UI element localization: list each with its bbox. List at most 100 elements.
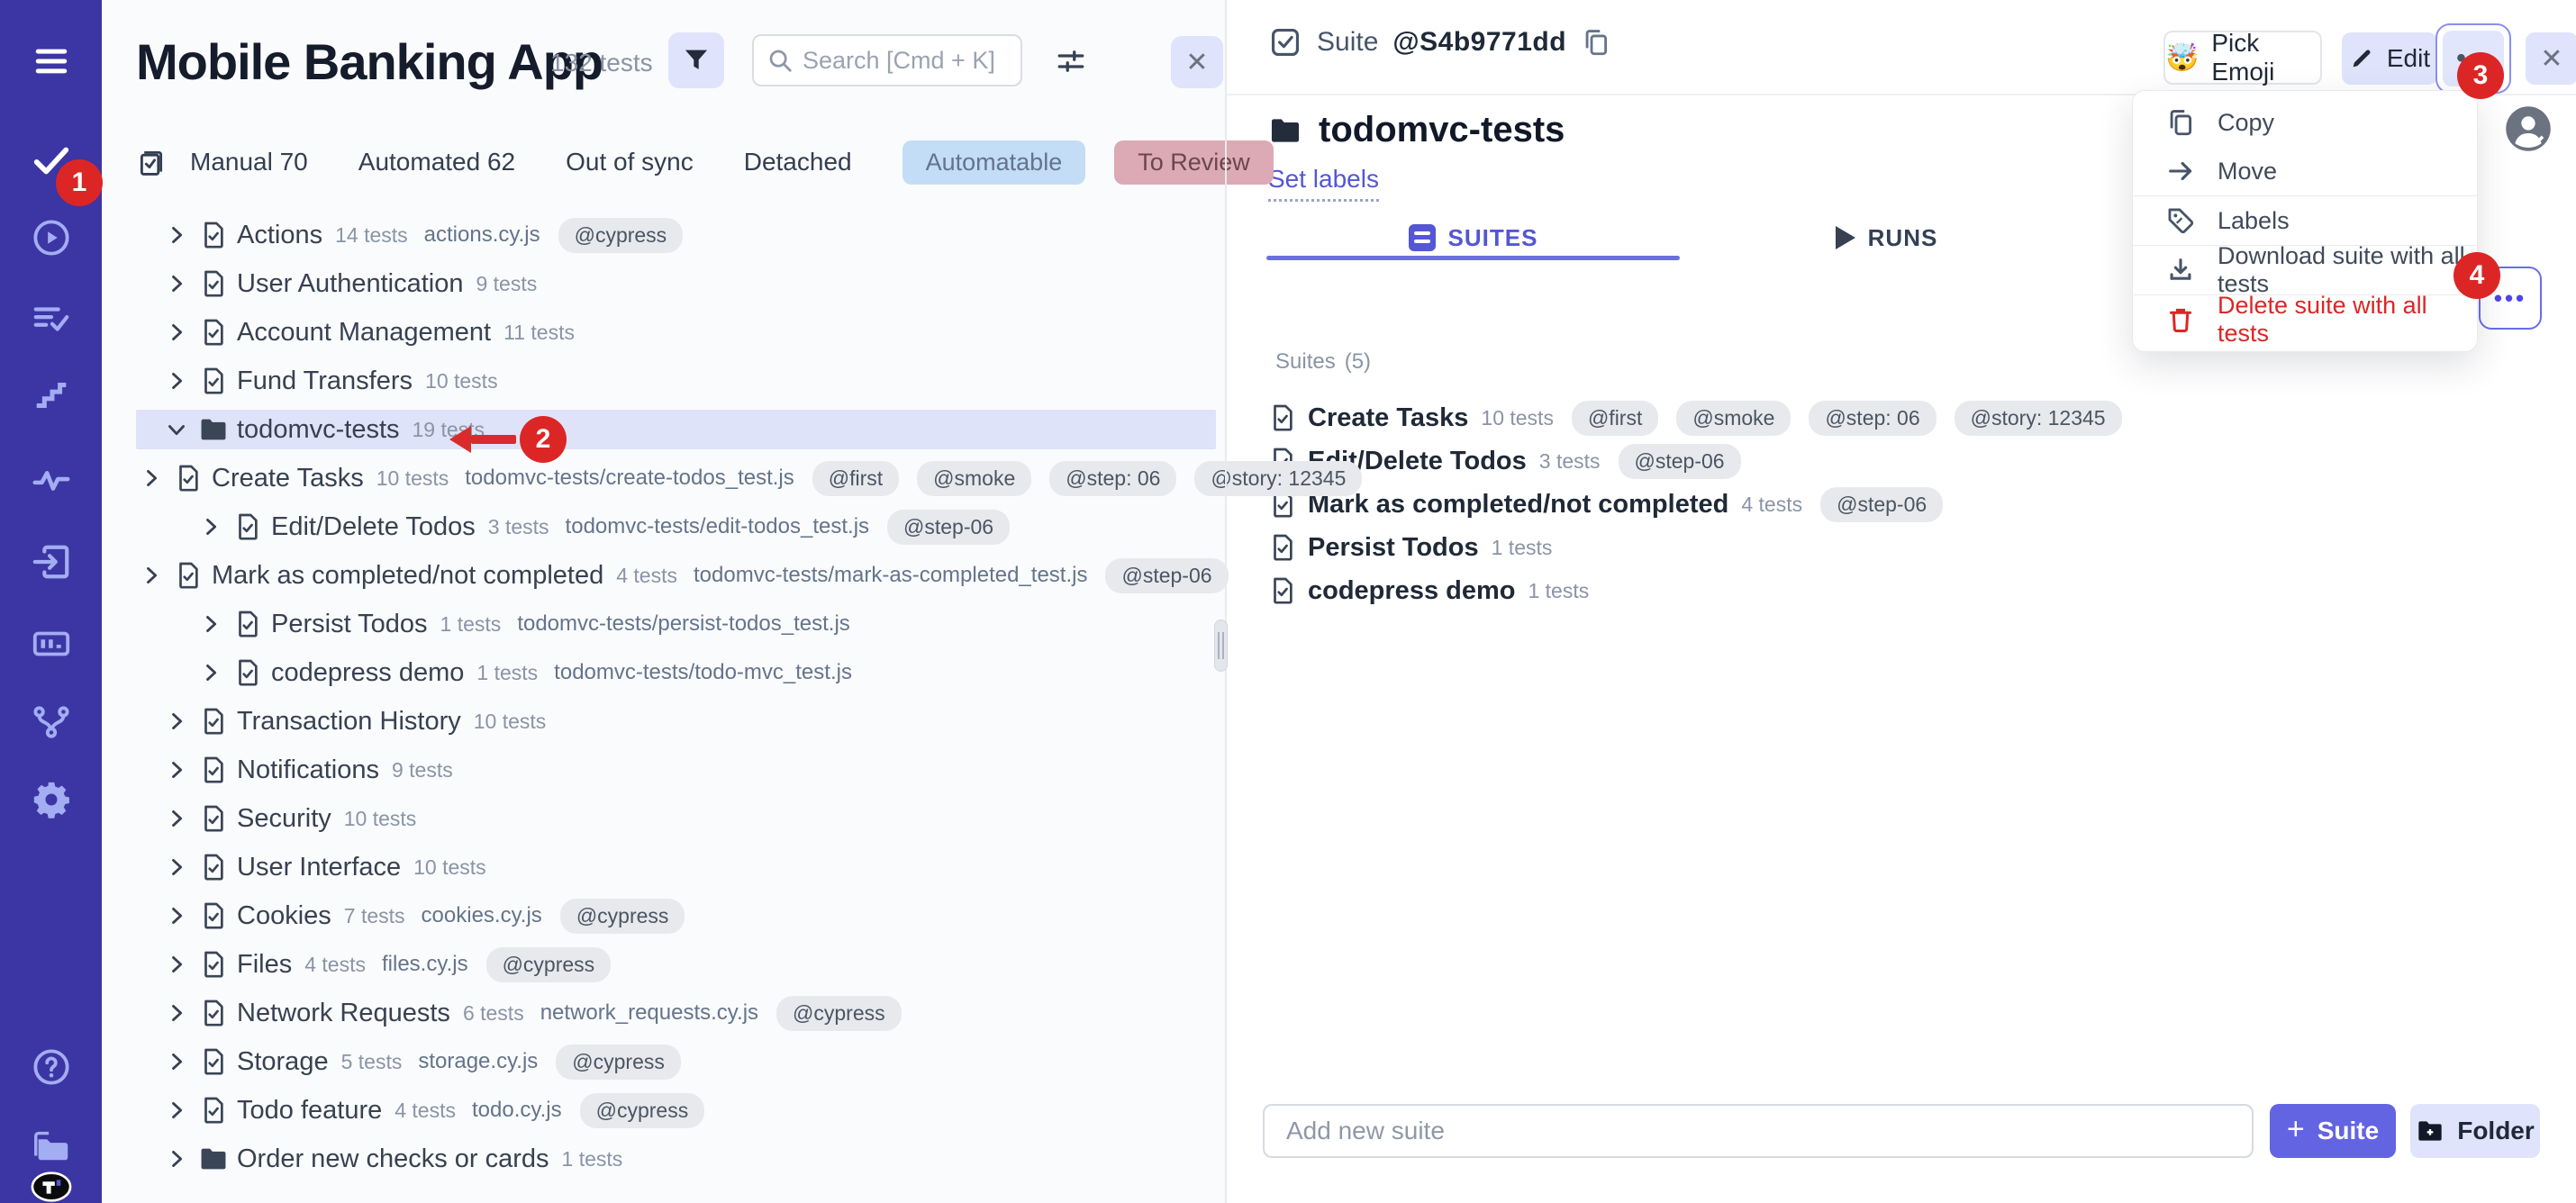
view-settings-icon[interactable] [1048,38,1094,85]
menu-item-labels[interactable]: Labels [2133,196,2477,245]
set-labels-link[interactable]: Set labels [1268,165,1379,202]
assignee-avatar[interactable] [2504,104,2553,153]
chevron-right-icon[interactable] [195,609,226,639]
tree-row[interactable]: Account Management11 tests [136,312,1216,352]
tree-row[interactable]: Transaction History10 tests [136,701,1216,741]
tree-item-name[interactable]: Create Tasks [212,464,364,493]
suite-item-name[interactable]: Persist Todos [1308,533,1479,563]
chevron-right-icon[interactable] [136,560,167,591]
test-plans-icon[interactable] [31,299,72,340]
copy-suite-id-icon[interactable] [1581,27,1611,58]
chevron-right-icon[interactable] [161,317,192,348]
help-icon[interactable] [31,1046,72,1088]
tree-item-name[interactable]: Cookies [237,901,331,931]
tree-row[interactable]: Notifications9 tests [136,750,1216,790]
chevron-right-icon[interactable] [161,998,192,1028]
close-panel-button[interactable]: ✕ [1171,36,1223,88]
tree-row[interactable]: Order new checks or cards1 tests [136,1139,1216,1179]
suite-list-item[interactable]: Mark as completed/not completed4 tests@s… [1266,483,2347,526]
suite-item-name[interactable]: Mark as completed/not completed [1308,490,1728,520]
tab-runs[interactable]: RUNS [1680,214,2093,261]
chevron-right-icon[interactable] [161,803,192,834]
suite-item-name[interactable]: codepress demo [1308,576,1515,606]
tree-row[interactable]: Storage5 testsstorage.cy.js@cypress [136,1042,1216,1081]
tree-row[interactable]: todomvc-tests19 tests2 [136,410,1216,449]
chevron-down-icon[interactable] [161,414,192,445]
tree-item-name[interactable]: User Interface [237,853,401,882]
chevron-right-icon[interactable] [161,949,192,980]
filter-automatable[interactable]: Automatable [903,140,1086,185]
pick-emoji-button[interactable]: 🤯 Pick Emoji [2163,31,2322,85]
tree-item-name[interactable]: Mark as completed/not completed [212,561,603,591]
report-widget-icon[interactable] [31,623,72,665]
tree-row[interactable]: User Interface10 tests [136,847,1216,887]
suite-list-item[interactable]: codepress demo1 tests [1266,569,2347,612]
tree-row[interactable]: Security10 tests [136,799,1216,838]
tree-row[interactable]: User Authentication9 tests [136,264,1216,303]
chevron-right-icon[interactable] [161,706,192,737]
chevron-right-icon[interactable] [161,1046,192,1077]
tree-item-name[interactable]: Edit/Delete Todos [271,512,476,542]
hamburger-menu-icon[interactable] [31,41,72,82]
app-logo[interactable] [31,1166,72,1203]
close-suite-button[interactable]: ✕ [2526,32,2576,85]
tree-item-name[interactable]: Persist Todos [271,610,428,639]
tree-item-name[interactable]: Todo feature [237,1096,382,1126]
tree-item-name[interactable]: Network Requests [237,999,450,1028]
chevron-right-icon[interactable] [195,511,226,542]
bulk-select-icon[interactable] [136,147,167,177]
filter-to-review[interactable]: To Review [1114,140,1274,185]
menu-item-delete-suite-with-all-tests[interactable]: Delete suite with all tests [2133,295,2477,344]
tree-row[interactable]: Mark as completed/not completed4 teststo… [136,556,1216,595]
import-icon[interactable] [31,541,72,583]
tree-item-name[interactable]: Files [237,950,292,980]
add-suite-button[interactable]: + Suite [2270,1104,2396,1158]
tree-row[interactable]: Fund Transfers10 tests [136,361,1216,401]
steps-icon[interactable] [31,374,72,415]
chevron-right-icon[interactable] [195,657,226,688]
chevron-right-icon[interactable] [161,900,192,931]
tree-item-name[interactable]: Transaction History [237,707,461,737]
runs-play-icon[interactable] [31,217,72,258]
suite-list-item[interactable]: Edit/Delete Todos3 tests@step-06 [1266,439,2347,483]
tree-item-name[interactable]: Security [237,804,331,834]
tree-row[interactable]: codepress demo1 teststodomvc-tests/todo-… [136,653,1216,692]
suite-item-name[interactable]: Create Tasks [1308,403,1468,433]
menu-item-copy[interactable]: Copy [2133,98,2477,147]
tree-row[interactable]: Todo feature4 teststodo.cy.js@cypress [136,1090,1216,1130]
add-suite-input[interactable] [1263,1104,2254,1158]
chevron-right-icon[interactable] [136,463,167,493]
menu-item-download-suite-with-all-tests[interactable]: Download suite with all tests [2133,246,2477,294]
menu-item-move[interactable]: Move [2133,147,2477,195]
tree-item-name[interactable]: Storage [237,1047,329,1077]
tree-item-name[interactable]: codepress demo [271,658,464,688]
tree-row[interactable]: Cookies7 testscookies.cy.js@cypress [136,896,1216,936]
chevron-right-icon[interactable] [161,1095,192,1126]
search-input[interactable] [803,47,1001,75]
tree-item-name[interactable]: Order new checks or cards [237,1144,549,1174]
tree-item-name[interactable]: Account Management [237,318,491,348]
tree-row[interactable]: Persist Todos1 teststodomvc-tests/persis… [136,604,1216,644]
chevron-right-icon[interactable] [161,220,192,250]
filter-manual[interactable]: Manual 70 [190,148,308,176]
tree-item-name[interactable]: User Authentication [237,269,463,299]
chevron-right-icon[interactable] [161,268,192,299]
filter-out-of-sync[interactable]: Out of sync [566,148,694,176]
tree-row[interactable]: Network Requests6 testsnetwork_requests.… [136,993,1216,1033]
tab-suites[interactable]: SUITES [1266,214,1680,261]
settings-gear-icon[interactable] [31,779,72,820]
edit-suite-button[interactable]: Edit [2342,32,2437,85]
chevron-right-icon[interactable] [161,755,192,785]
filter-automated[interactable]: Automated 62 [358,148,515,176]
tree-item-name[interactable]: todomvc-tests [237,415,400,445]
filter-button[interactable] [668,32,724,88]
add-folder-button[interactable]: Folder [2410,1104,2540,1158]
tree-item-name[interactable]: Fund Transfers [237,366,413,396]
tree-item-name[interactable]: Notifications [237,755,379,785]
projects-folder-icon[interactable] [31,1125,72,1166]
analytics-pulse-icon[interactable] [31,459,72,501]
branch-icon[interactable] [31,701,72,743]
chevron-right-icon[interactable] [161,366,192,396]
chevron-right-icon[interactable] [161,852,192,882]
filter-detached[interactable]: Detached [744,148,852,176]
